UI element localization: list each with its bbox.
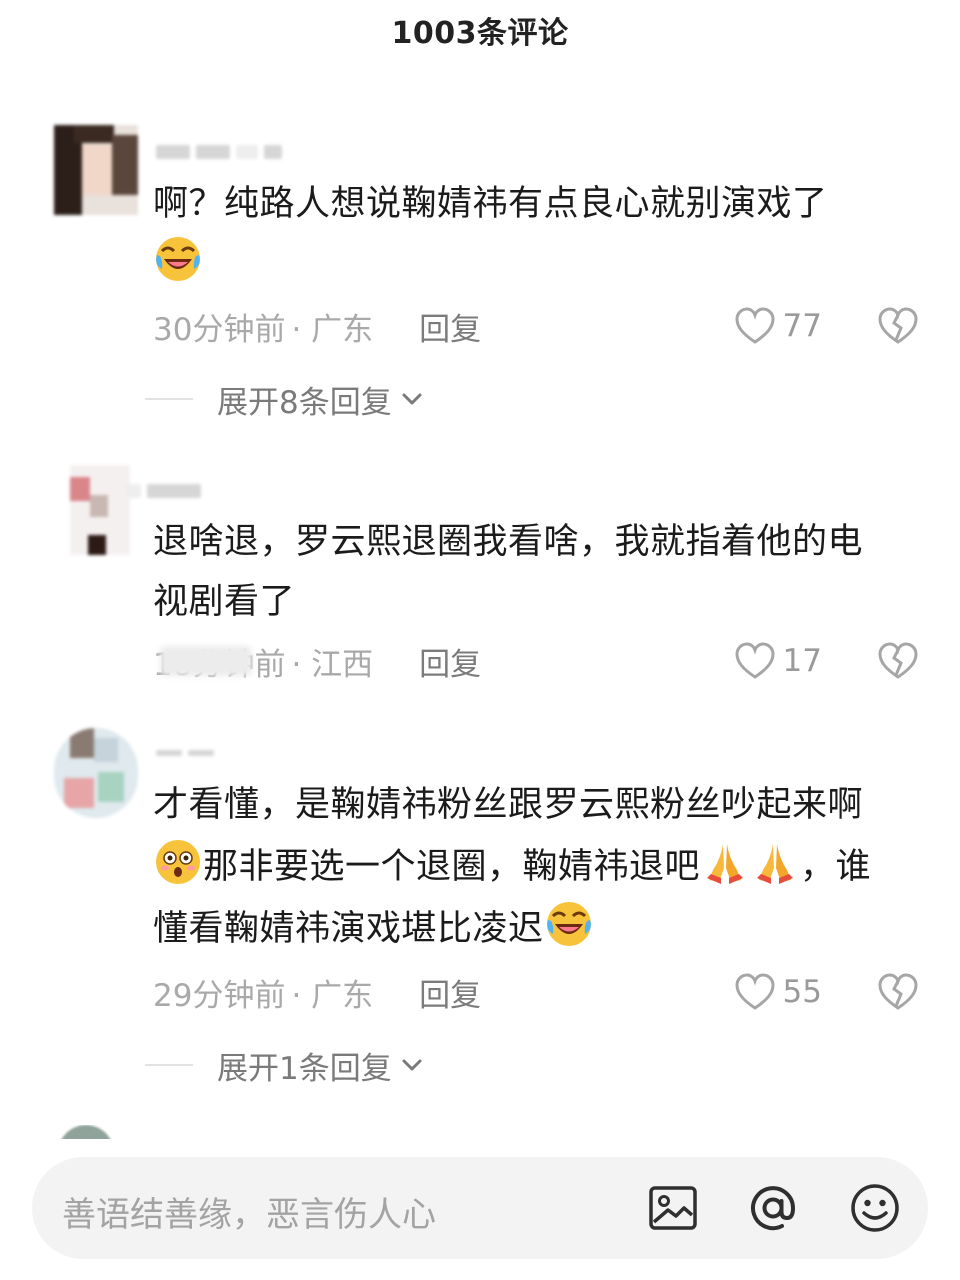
expand-replies-label: 展开1条回复 [217,1050,392,1087]
user-name[interactable] [156,742,214,764]
comment-text-line: 才看懂，是鞠婧祎粉丝跟罗云熙粉丝吵起来啊 [153,785,864,825]
comment-text-line: 视剧看了 [153,582,296,622]
user-name[interactable] [125,480,201,502]
divider [145,1064,193,1066]
user-name[interactable] [156,141,282,163]
comment-input-placeholder[interactable]: 善语结善缘，恶言伤人心 [62,1187,436,1236]
comment-meta: 18分钟前 · 江西 回复 17 [153,636,920,686]
comment-text: 退啥退，罗云熙退圈我看啥，我就指着他的电 视剧看了 [153,512,923,632]
comment-meta: 30分钟前 · 广东 回复 77 [153,301,920,351]
comment-input-bar[interactable]: 善语结善缘，恶言伤人心 [32,1157,928,1259]
like-count: 17 [782,643,822,679]
folded-hands-icon [701,838,749,886]
comment-text-line: 退啥退，罗云熙退圈我看啥，我就指着他的电 [153,522,864,562]
comment-text-line: 那非要选一个退圈，鞠婧祎退吧 [203,847,701,887]
expand-replies-button[interactable]: 展开8条回复 [145,377,426,421]
redaction-blur [160,646,252,676]
next-comment-avatar[interactable] [58,1125,114,1139]
comment-text-line: ，谁 [800,847,872,887]
broken-heart-icon[interactable] [876,306,920,346]
avatar[interactable] [54,125,138,215]
broken-heart-icon[interactable] [876,972,920,1012]
divider [145,398,193,400]
reply-button[interactable]: 回复 [419,970,481,1015]
comment-location: · 广东 [291,977,374,1014]
comments-header: 1003条评论 [0,0,960,60]
comment-text-line: 懂看鞠婧祎演戏堪比凌迟 [153,909,544,949]
heart-outline-icon [733,972,777,1012]
comment-location: · 江西 [291,646,374,683]
reply-button[interactable]: 回复 [419,304,481,349]
expand-replies-button[interactable]: 展开1条回复 [145,1043,426,1087]
face-with-tears-of-joy-icon [154,235,202,283]
comment-time: 29分钟前 [153,977,286,1014]
flushed-face-icon [154,838,202,886]
expand-replies-label: 展开8条回复 [217,384,392,421]
comment-count-title: 1003条评论 [391,16,569,51]
comment-text-line: 啊？纯路人想说鞠婧祎有点良心就别演戏了 [153,184,828,224]
folded-hands-icon [751,838,799,886]
like-button[interactable]: 17 [733,641,822,681]
comment-text: 啊？纯路人想说鞠婧祎有点良心就别演戏了 [153,174,923,294]
avatar[interactable] [54,728,138,818]
comment-location: · 广东 [291,311,374,348]
comment-meta: 29分钟前 · 广东 回复 55 [153,967,920,1017]
reply-button[interactable]: 回复 [419,639,481,684]
avatar[interactable] [70,465,130,555]
face-with-tears-of-joy-icon [545,900,593,948]
image-icon[interactable] [646,1181,700,1235]
heart-outline-icon [733,306,777,346]
heart-outline-icon [733,641,777,681]
like-button[interactable]: 77 [733,306,822,346]
like-button[interactable]: 55 [733,972,822,1012]
chevron-down-icon [398,385,426,413]
like-count: 77 [782,308,822,344]
broken-heart-icon[interactable] [876,641,920,681]
smiley-icon[interactable] [848,1181,902,1235]
like-count: 55 [782,974,822,1010]
comment-time: 30分钟前 [153,311,286,348]
chevron-down-icon [398,1051,426,1079]
comment-text: 才看懂，是鞠婧祎粉丝跟罗云熙粉丝吵起来啊 那非要选一个退圈，鞠婧祎退吧 ，谁 懂看… [153,774,923,960]
at-sign-icon[interactable] [746,1181,800,1235]
